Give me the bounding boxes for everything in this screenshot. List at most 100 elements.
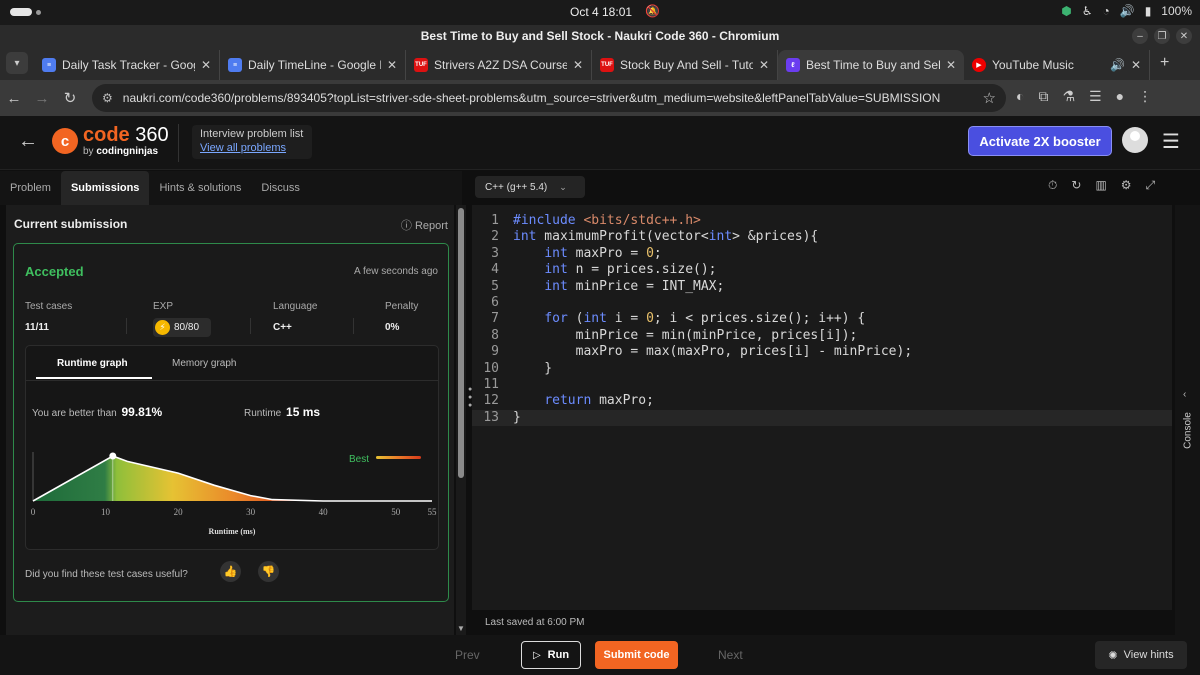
site-info-icon[interactable]: ⚙ [102,91,113,105]
workspace-dot[interactable] [36,10,41,15]
code-line[interactable]: 11 [472,377,1172,393]
avatar[interactable] [1122,127,1148,153]
code-text[interactable]: for (int i = 0; i < prices.size(); i++) … [513,311,865,327]
tab-problem[interactable]: Problem [0,171,61,205]
code-text[interactable]: int maxPro = 0; [513,246,661,262]
close-tab-icon[interactable]: ✕ [759,58,769,72]
drag-handle-icon[interactable]: ● ● ● [468,386,472,410]
browser-tab[interactable]: ≡ Daily Task Tracker - Goog ✕ [34,50,220,80]
back-arrow-icon[interactable]: ← [18,130,38,153]
submit-code-button[interactable]: Submit code [595,641,678,669]
code-line[interactable]: 13} [472,409,1172,426]
code360-logo[interactable]: c code 360 by codingninjas [52,125,169,157]
reload-icon[interactable]: ↻ [56,89,84,107]
code-line[interactable]: 3 int maxPro = 0; [472,246,1172,262]
extension-icon[interactable]: ◐ [1016,88,1024,105]
code-line[interactable]: 4 int n = prices.size(); [472,262,1172,278]
logo-by: by [83,146,94,157]
scrollbar-thumb[interactable] [458,208,464,478]
code-line[interactable]: 9 maxPro = max(maxPro, prices[i] - minPr… [472,344,1172,360]
wifi-icon: ◔ [1102,4,1110,18]
code-line[interactable]: 6 [472,295,1172,311]
workspace-indicator[interactable] [10,8,32,16]
close-tab-icon[interactable]: ✕ [201,58,211,72]
url-text[interactable]: naukri.com/code360/problems/893405?topLi… [123,91,941,105]
browser-tab[interactable]: TUF Strivers A2Z DSA Course ✕ [406,50,592,80]
timer-icon[interactable]: ⏱ [1048,178,1057,193]
view-hints-button[interactable]: ✺ View hints [1095,641,1187,669]
view-all-problems-link[interactable]: View all problems [200,142,304,154]
browser-menu-icon[interactable]: ⋮ [1138,88,1152,105]
code-line[interactable]: 1 #include <bits/stdc++.h> [472,213,1172,229]
code-line[interactable]: 12 return maxPro; [472,393,1172,409]
layout-icon[interactable]: ▥ [1095,178,1106,193]
minimize-icon[interactable]: – [1132,28,1148,44]
code-line[interactable]: 5 int minPrice = INT_MAX; [472,279,1172,295]
profile-icon[interactable]: ● [1116,88,1124,105]
code-text[interactable]: #include <bits/stdc++.h> [513,213,701,229]
prev-button[interactable]: Prev [455,648,480,662]
report-button[interactable]: ⓘ Report [401,217,448,233]
code-text[interactable]: return maxPro; [513,393,654,409]
browser-tab-active[interactable]: ℓ Best Time to Buy and Sel ✕ [778,50,964,80]
browser-title-bar: Best Time to Buy and Sell Stock - Naukri… [0,25,1200,47]
settings-gear-icon[interactable]: ⚙ [1121,178,1132,193]
audio-playing-icon[interactable]: 🔊 [1110,58,1125,72]
restore-icon[interactable]: ❐ [1154,28,1170,44]
address-bar[interactable]: ⚙ naukri.com/code360/problems/893405?top… [92,84,1006,112]
reading-list-icon[interactable]: ☰ [1089,88,1102,105]
back-icon[interactable]: ← [0,90,28,107]
labs-flask-icon[interactable]: ⚗ [1062,88,1075,105]
close-icon[interactable]: ✕ [1176,28,1192,44]
code-line[interactable]: 2 int maximumProfit(vector<int> &prices){ [472,229,1172,245]
console-panel-toggle[interactable]: ‹ Console [1175,205,1200,635]
browser-tab[interactable]: ≡ Daily TimeLine - Google D ✕ [220,50,406,80]
feedback-question: Did you find these test cases useful? [25,569,188,580]
close-tab-icon[interactable]: ✕ [946,58,956,72]
activate-booster-button[interactable]: Activate 2X booster [968,126,1112,156]
code-text[interactable]: } [513,361,552,377]
line-number: 3 [491,245,499,261]
thumbs-up-icon[interactable]: 👍 [220,561,241,582]
tab-hints-solutions[interactable]: Hints & solutions [149,171,251,205]
thumbs-down-icon[interactable]: 👎 [258,561,279,582]
language-select[interactable]: C++ (g++ 5.4) ⌄ [475,176,585,198]
tab-search-button[interactable]: ▾ [6,52,28,74]
os-status-area[interactable]: ⬢ ♿ ◔ 🔊 ▮ 100% [1061,4,1192,18]
puzzle-icon[interactable]: ⧉ [1038,88,1048,105]
code-text[interactable]: int maximumProfit(vector<int> &prices){ [513,229,818,245]
close-tab-icon[interactable]: ✕ [387,58,397,72]
scroll-down-icon[interactable]: ▼ [457,624,465,633]
close-tab-icon[interactable]: ✕ [573,58,583,72]
code-text[interactable]: int n = prices.size(); [513,262,716,278]
code-text[interactable]: maxPro = max(maxPro, prices[i] - minPric… [513,344,913,360]
fullscreen-icon[interactable]: ⤢ [1146,178,1156,193]
x-tick-label: 30 [246,507,256,517]
code-text[interactable]: minPrice = min(minPrice, prices[i]); [513,328,858,344]
code-text[interactable]: } [513,410,521,426]
forward-icon[interactable]: → [28,90,56,107]
hamburger-menu-icon[interactable]: ☰ [1162,129,1180,154]
reset-code-icon[interactable]: ↻ [1071,178,1081,193]
code-editor[interactable]: 1 #include <bits/stdc++.h> 2 int maximumPro… [472,205,1172,610]
bookmark-star-icon[interactable]: ☆ [983,89,996,107]
next-button[interactable]: Next [718,648,743,662]
accepted-card: Accepted A few seconds ago Test cases 11… [13,243,449,602]
run-button[interactable]: ▷ Run [521,641,581,669]
tab-runtime-graph[interactable]: Runtime graph [57,358,128,369]
code-line[interactable]: 8 minPrice = min(minPrice, prices[i]); [472,328,1172,344]
os-clock[interactable]: Oct 4 18:01 [570,5,632,19]
x-tick-label: 10 [101,507,111,517]
code-line[interactable]: 10 } [472,361,1172,377]
tab-discuss[interactable]: Discuss [251,171,310,205]
code-line[interactable]: 7 for (int i = 0; i < prices.size(); i++… [472,311,1172,327]
tab-submissions[interactable]: Submissions [60,171,150,205]
new-tab-icon[interactable]: + [1160,54,1169,72]
tab-memory-graph[interactable]: Memory graph [172,358,236,369]
close-tab-icon[interactable]: ✕ [1131,58,1141,72]
browser-tab[interactable]: TUF Stock Buy And Sell - Tuto ✕ [592,50,778,80]
code-text[interactable]: int minPrice = INT_MAX; [513,279,724,295]
editor-toolbar: ⏱ ↻ ▥ ⚙ ⤢ [1048,178,1155,193]
browser-tab[interactable]: ▶ YouTube Music 🔊 ✕ [964,50,1150,80]
line-number: 4 [491,262,499,278]
